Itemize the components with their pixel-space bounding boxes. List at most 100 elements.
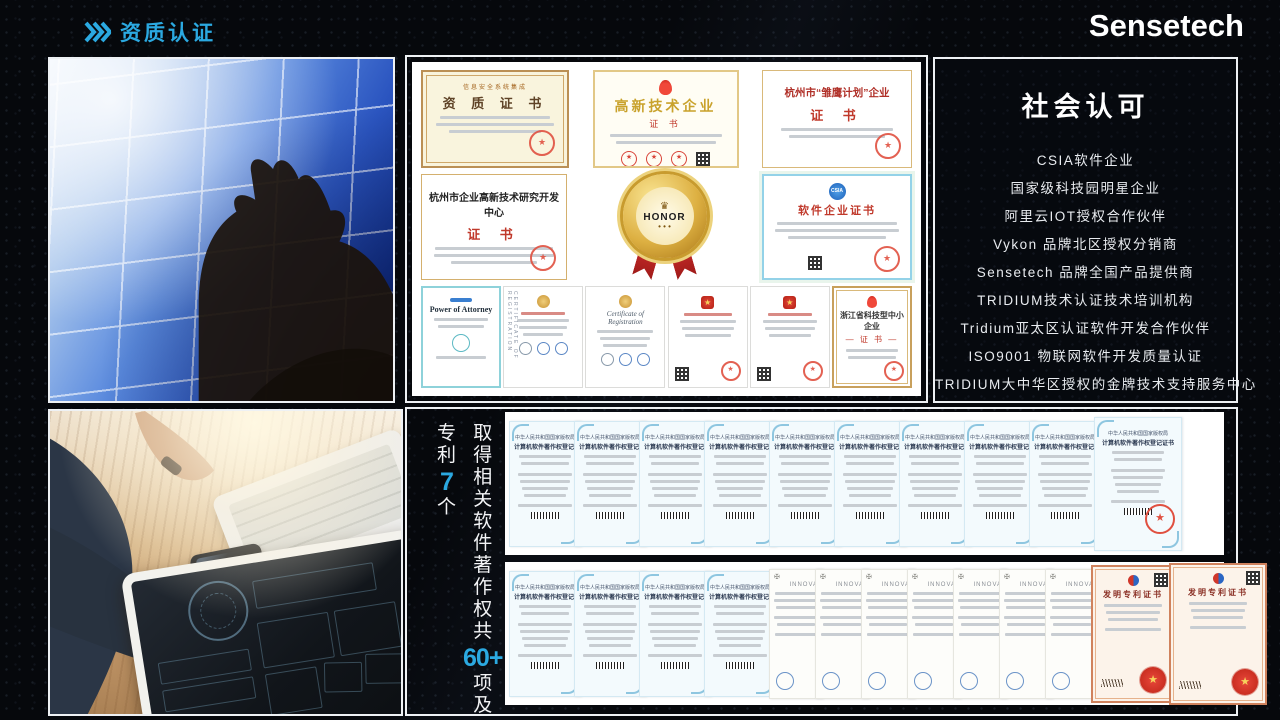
cert-title: 高新技术企业: [601, 96, 731, 116]
red-seal-icon: ★: [529, 130, 555, 156]
cert-header: 中华人民共和国国家版权局: [579, 434, 641, 441]
software-copyright-certificate: 中华人民共和国国家版权局 计算机软件著作权登记证书 ★: [899, 421, 971, 547]
cert-title: 计算机软件著作权登记证书: [904, 442, 966, 451]
page-title: 资质认证: [120, 17, 216, 47]
seal-row: ★ ★ ★: [601, 151, 731, 167]
social-item: TRIDIUM大中华区授权的金牌技术支持服务中心: [935, 371, 1236, 399]
software-copyright-certificate: 中华人民共和国国家版权局 计算机软件著作权登记证书 ★: [509, 421, 581, 547]
certificate-rnd-center: 杭州市企业高新技术研究开发中心 证 书 ★: [421, 174, 567, 280]
barcode-icon: [531, 662, 559, 669]
cnipa-logo-icon: [1128, 575, 1139, 586]
cert-header: 中华人民共和国国家版权局: [644, 434, 706, 441]
software-copyright-certificate: 中华人民共和国国家版权局 计算机软件著作权登记证书 ★: [1029, 421, 1101, 547]
photo-lighting: [50, 411, 401, 714]
national-emblem-icon: ★: [701, 296, 714, 309]
patent-strip-top: 中华人民共和国国家版权局 计算机软件著作权登记证书 ★ 中华人民共和国国家版权局…: [505, 412, 1224, 555]
slide: 资质认证 Sensetech 信息安全系统集成 资 质 证 书 ★ 高新技术企业: [0, 0, 1280, 720]
cert-label: INNOVA: [820, 582, 864, 588]
cert-header: 中华人民共和国国家版权局: [514, 584, 576, 591]
patents-panel: 专利7个 取得相关软件著作权共60+项及 中华人民共和国国家版权局 计算机软件著…: [405, 407, 1238, 716]
cert-title: 计算机软件著作权登记证书: [839, 442, 901, 451]
cert-subtitle: 证 书: [769, 105, 905, 124]
cert-header: 中华人民共和国国家版权局: [774, 434, 836, 441]
certificate-registration-2: Certificate of Registration: [585, 286, 665, 388]
barcode-icon: [531, 512, 559, 519]
signature-mark: [1101, 679, 1123, 687]
vertical-col-main: 取得相关软件著作权共60+项及: [463, 423, 502, 717]
social-recognition-panel: 社会认可 CSIA软件企业国家级科技园明星企业阿里云IOT授权合作伙伴Vykon…: [933, 57, 1238, 403]
cert-title: 计算机软件著作权登记证书: [709, 592, 771, 601]
social-item: CSIA软件企业: [935, 147, 1236, 175]
qr-code-icon: [675, 367, 689, 381]
cert-header: 中华人民共和国国家版权局: [839, 434, 901, 441]
coat-of-arms-icon: ✠: [866, 574, 910, 581]
software-copyright-certificate: 中华人民共和国国家版权局 计算机软件著作权登记证书 ★: [509, 571, 581, 697]
blue-seal-icon: [868, 672, 886, 690]
social-item: 国家级科技园明星企业: [935, 175, 1236, 203]
cert-header: 中华人民共和国国家版权局: [904, 434, 966, 441]
blue-seal-icon: [914, 672, 932, 690]
qr-code-icon: [757, 367, 771, 381]
qr-code-icon: [696, 152, 710, 166]
software-copyright-certificate: 中华人民共和国国家版权局 计算机软件著作权登记证书 ★: [964, 421, 1036, 547]
honor-medal: ♛ HONOR • • •: [611, 174, 718, 280]
social-panel-title: 社会认可: [935, 85, 1236, 124]
cert-header: 中华人民共和国国家版权局: [969, 434, 1031, 441]
gold-emblem-icon: [619, 295, 632, 308]
triple-chevron-icon: [84, 21, 111, 43]
social-item: 阿里云IOT授权合作伙伴: [935, 203, 1236, 231]
invention-patent-certificate: 发明专利证书 ★: [1169, 563, 1267, 705]
red-seal-icon: ★: [721, 361, 741, 381]
cert-label: INNOVA: [958, 582, 1002, 588]
cert-row-1: 信息安全系统集成 资 质 证 书 ★ 高新技术企业 证 书 ★ ★ ★: [421, 70, 912, 168]
cert-label: INNOVA: [774, 582, 818, 588]
red-seal-icon: ★: [875, 133, 901, 159]
medal-dots: • • •: [658, 223, 671, 230]
coat-of-arms-icon: ✠: [1004, 574, 1048, 581]
cert-title: 计算机软件著作权登记证书: [709, 442, 771, 451]
software-copyright-certificate: 中华人民共和国国家版权局 计算机软件著作权登记证书 ★: [639, 571, 711, 697]
social-list: CSIA软件企业国家级科技园明星企业阿里云IOT授权合作伙伴Vykon 品牌北区…: [935, 147, 1236, 399]
coat-of-arms-icon: ✠: [820, 574, 864, 581]
cert-title: 计算机软件著作权登记证书: [514, 442, 576, 451]
coat-of-arms-icon: ✠: [958, 574, 1002, 581]
barcode-icon: [726, 512, 754, 519]
coat-of-arms-icon: ✠: [774, 574, 818, 581]
photo-workspace: [48, 409, 403, 716]
blue-seal-icon: [1006, 672, 1024, 690]
barcode-icon: [986, 512, 1014, 519]
cert-subtitle: — 证 书 —: [840, 334, 904, 345]
qr-code-icon: [1246, 571, 1260, 585]
certificates-panel: 信息安全系统集成 资 质 证 书 ★ 高新技术企业 证 书 ★ ★ ★: [405, 55, 928, 403]
red-seal-icon: ★: [803, 361, 823, 381]
national-emblem-seal-icon: ★: [1232, 669, 1258, 695]
cert-header: 中华人民共和国国家版权局: [1034, 434, 1096, 441]
social-item: Sensetech 品牌全国产品提供商: [935, 259, 1236, 287]
software-copyright-certificate: 中华人民共和国国家版权局 计算机软件著作权登记证书 ★: [704, 571, 776, 697]
barcode-icon: [726, 662, 754, 669]
company-logo: Sensetech: [1089, 8, 1244, 44]
blue-seal-icon: [960, 672, 978, 690]
cert-title: 计算机软件著作权登记证书: [644, 592, 706, 601]
software-copyright-certificate: 中华人民共和国国家版权局 计算机软件著作权登记证书 ★: [574, 571, 646, 697]
certificates-collage: 信息安全系统集成 资 质 证 书 ★ 高新技术企业 证 书 ★ ★ ★: [412, 62, 921, 396]
seal-row: [592, 353, 658, 366]
blue-seal-icon: [776, 672, 794, 690]
cert-title: 计算机软件著作权登记证书: [1034, 442, 1096, 451]
barcode-icon: [791, 512, 819, 519]
barcode-icon: [596, 662, 624, 669]
cert-label: INNOVA: [1050, 582, 1094, 588]
cert-header: 中华人民共和国国家版权局: [1099, 430, 1177, 437]
cert-header: 中华人民共和国国家版权局: [579, 584, 641, 591]
cert-title: 计算机软件著作权登记证书: [969, 442, 1031, 451]
cert-title: 发明专利证书: [1177, 587, 1259, 598]
highlight-count: 7: [440, 467, 453, 497]
certificate-eaglet-plan: 杭州市“雏鹰计划”企业 证 书 ★: [762, 70, 912, 168]
coat-of-arms-icon: ✠: [1050, 574, 1094, 581]
cert-label: INNOVA: [866, 582, 910, 588]
red-seal-icon: ★: [671, 151, 687, 167]
software-copyright-certificate: 中华人民共和国国家版权局 计算机软件著作权登记证书 ★: [639, 421, 711, 547]
cert-title: 资 质 证 书: [429, 93, 561, 112]
certificate-license-1: ★ ★: [668, 286, 748, 388]
barcode-icon: [921, 512, 949, 519]
